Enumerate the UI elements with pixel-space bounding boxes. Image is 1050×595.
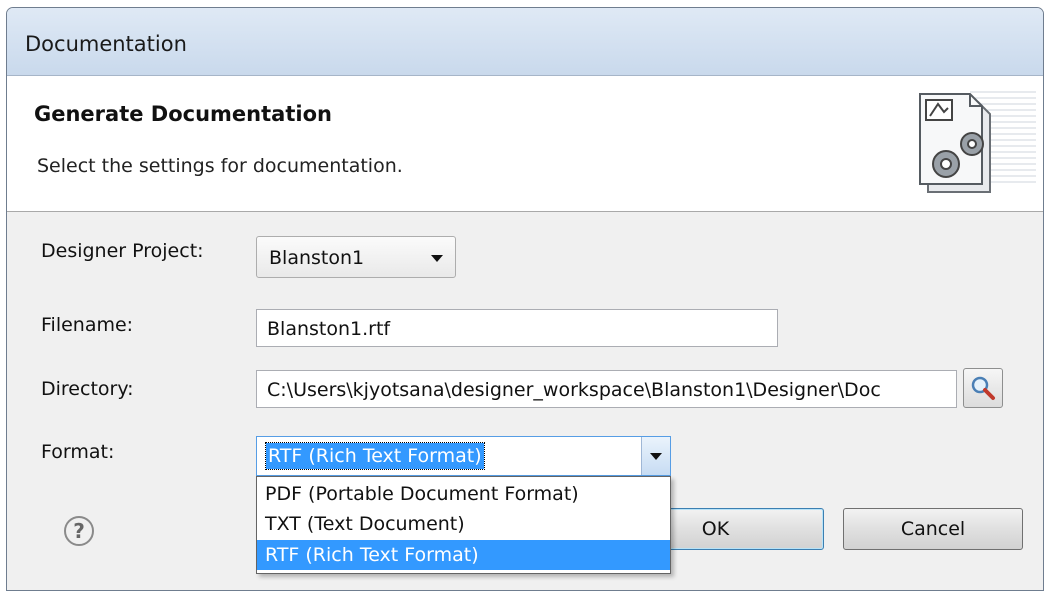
designer-project-value: Blanston1 [269,247,365,269]
document-gears-icon [919,91,1036,193]
magnifier-icon [971,376,995,400]
format-option-rtf[interactable]: RTF (Rich Text Format) [257,540,670,570]
directory-label: Directory: [41,378,134,400]
format-dropdown-button[interactable] [641,437,670,475]
filename-field[interactable]: Blanston1.rtf [256,309,778,347]
format-value: RTF (Rich Text Format) [265,442,485,470]
header-banner: Generate Documentation Select the settin… [7,76,1043,212]
browse-button[interactable] [963,368,1003,408]
format-label: Format: [41,441,115,463]
directory-value: C:\Users\kjyotsana\designer_workspace\Bl… [267,379,881,401]
documentation-dialog: Documentation Generate Documentation Sel… [6,7,1044,591]
designer-project-label: Designer Project: [41,240,204,262]
format-option-pdf[interactable]: PDF (Portable Document Format) [257,479,670,509]
format-dropdown-list: PDF (Portable Document Format) TXT (Text… [256,476,671,574]
directory-field[interactable]: C:\Users\kjyotsana\designer_workspace\Bl… [256,370,957,408]
window-title: Documentation [25,32,187,56]
page-title: Generate Documentation [34,102,332,126]
format-option-txt[interactable]: TXT (Text Document) [257,509,670,539]
page-subtitle: Select the settings for documentation. [37,155,403,177]
chevron-down-icon [650,453,662,460]
filename-value: Blanston1.rtf [267,318,391,340]
chevron-down-icon [431,255,443,262]
question-mark-icon[interactable]: ? [64,516,94,546]
cancel-button[interactable]: Cancel [843,508,1023,550]
designer-project-select[interactable]: Blanston1 [256,236,456,278]
filename-label: Filename: [41,314,134,336]
title-bar[interactable]: Documentation [7,8,1043,76]
format-select[interactable]: RTF (Rich Text Format) [256,436,671,476]
